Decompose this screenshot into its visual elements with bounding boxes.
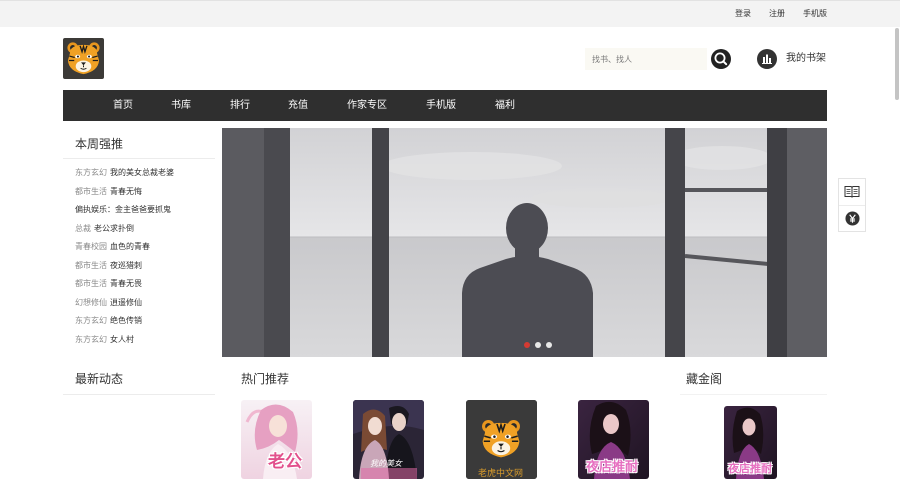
book-cover[interactable]: 夜店推耐 <box>578 400 649 479</box>
book-title[interactable]: 偏执娱乐：金主爸爸要抓鬼 <box>75 205 171 214</box>
carousel-dots <box>524 342 552 348</box>
nav-item-mobile[interactable]: 手机版 <box>426 90 456 121</box>
search-input[interactable] <box>585 48 707 70</box>
cover-title: 我的美女 <box>370 459 402 468</box>
vault-title: 藏金阁 <box>686 372 723 386</box>
banner-carousel[interactable] <box>222 128 827 357</box>
cover-title: 老虎中文网 <box>478 468 524 478</box>
list-item[interactable]: 都市生活 青春无畏 <box>75 275 174 294</box>
bookshelf-link[interactable]: 我的书架 <box>786 53 826 65</box>
book-cover[interactable]: 夜店推耐 <box>724 406 777 479</box>
cover-title: 夜店推耐 <box>728 463 772 475</box>
nav-item-library[interactable]: 书库 <box>171 90 191 121</box>
top-utility-bar: 登录 注册 手机版 <box>0 0 900 27</box>
book-title[interactable]: 夜巡猎刺 <box>110 261 142 270</box>
latest-title: 最新动态 <box>75 372 124 386</box>
weekly-title: 本周强推 <box>75 137 124 151</box>
recharge-button[interactable] <box>839 205 865 231</box>
book-title[interactable]: 青春无畏 <box>110 279 142 288</box>
book-icon <box>844 186 860 198</box>
book-title[interactable]: 我的美女总裁老婆 <box>110 168 174 177</box>
page-scrollbar[interactable] <box>895 28 899 100</box>
nav-item-home[interactable]: 首页 <box>113 90 133 121</box>
book-cover[interactable]: 我的美女 <box>353 400 424 479</box>
reading-history-button[interactable] <box>839 179 865 206</box>
banner-image <box>222 128 827 357</box>
book-title[interactable]: 逍遥修仙 <box>110 298 142 307</box>
carousel-dot[interactable] <box>535 342 541 348</box>
list-item[interactable]: 偏执娱乐：金主爸爸要抓鬼 <box>75 201 174 220</box>
list-item[interactable]: 青春校园 血色的青春 <box>75 238 174 257</box>
book-cover[interactable]: 老公 <box>241 400 312 479</box>
yen-icon <box>844 210 860 226</box>
book-title[interactable]: 青春无悔 <box>110 187 142 196</box>
hot-title: 热门推荐 <box>241 372 290 386</box>
list-item[interactable]: 东方玄幻 绝色传销 <box>75 312 174 331</box>
book-category: 都市生活 <box>75 279 107 288</box>
search-button[interactable] <box>711 49 731 69</box>
book-title[interactable]: 女人村 <box>110 335 134 344</box>
cover-title: 老公 <box>268 452 302 471</box>
book-category: 总裁 <box>75 223 91 233</box>
list-item[interactable]: 都市生活 青春无悔 <box>75 183 174 202</box>
main-nav: 首页 书库 排行 充值 作家专区 手机版 福利 <box>63 90 827 121</box>
weekly-list: 东方玄幻 我的美女总裁老婆 都市生活 青春无悔 偏执娱乐：金主爸爸要抓鬼 总裁 老公求… <box>75 164 174 349</box>
nav-item-recharge[interactable]: 充值 <box>288 90 308 121</box>
tiger-logo-icon <box>66 41 101 75</box>
nav-item-ranking[interactable]: 排行 <box>230 90 250 121</box>
book-category: 东方玄幻 <box>75 334 107 344</box>
nav-item-welfare[interactable]: 福利 <box>495 90 515 121</box>
cover-title: 夜店推耐 <box>586 459 639 474</box>
book-category: 幻想修仙 <box>75 297 107 307</box>
list-item[interactable]: 幻想修仙 逍遥修仙 <box>75 294 174 313</box>
vault-divider <box>680 394 827 395</box>
carousel-dot[interactable] <box>524 342 530 348</box>
bookshelf-button[interactable] <box>757 49 777 69</box>
search-icon <box>714 52 728 66</box>
list-item[interactable]: 东方玄幻 我的美女总裁老婆 <box>75 164 174 183</box>
site-logo[interactable] <box>63 38 104 79</box>
book-title[interactable]: 老公求扑倒 <box>94 224 134 233</box>
carousel-dot[interactable] <box>546 342 552 348</box>
book-title[interactable]: 血色的青春 <box>110 242 150 251</box>
list-item[interactable]: 东方玄幻 女人村 <box>75 331 174 350</box>
book-category: 东方玄幻 <box>75 316 107 325</box>
weekly-divider <box>63 158 215 159</box>
top-links: 登录 注册 手机版 <box>735 9 827 19</box>
book-category: 青春校园 <box>75 242 107 251</box>
list-item[interactable]: 都市生活 夜巡猎刺 <box>75 257 174 276</box>
login-link[interactable]: 登录 <box>735 9 751 19</box>
nav-item-author-zone[interactable]: 作家专区 <box>347 90 387 121</box>
book-category: 都市生活 <box>75 260 107 270</box>
book-category: 都市生活 <box>75 186 107 196</box>
book-title[interactable]: 绝色传销 <box>110 316 142 325</box>
mobile-link[interactable]: 手机版 <box>803 9 827 19</box>
bookshelf-chart-icon <box>762 54 772 64</box>
latest-divider <box>63 394 215 395</box>
list-item[interactable]: 总裁 老公求扑倒 <box>75 220 174 239</box>
book-category: 东方玄幻 <box>75 168 107 177</box>
register-link[interactable]: 注册 <box>769 9 785 19</box>
search-box <box>585 48 707 70</box>
side-toolbar <box>838 178 866 232</box>
book-cover[interactable]: 老虎中文网 <box>466 400 537 479</box>
